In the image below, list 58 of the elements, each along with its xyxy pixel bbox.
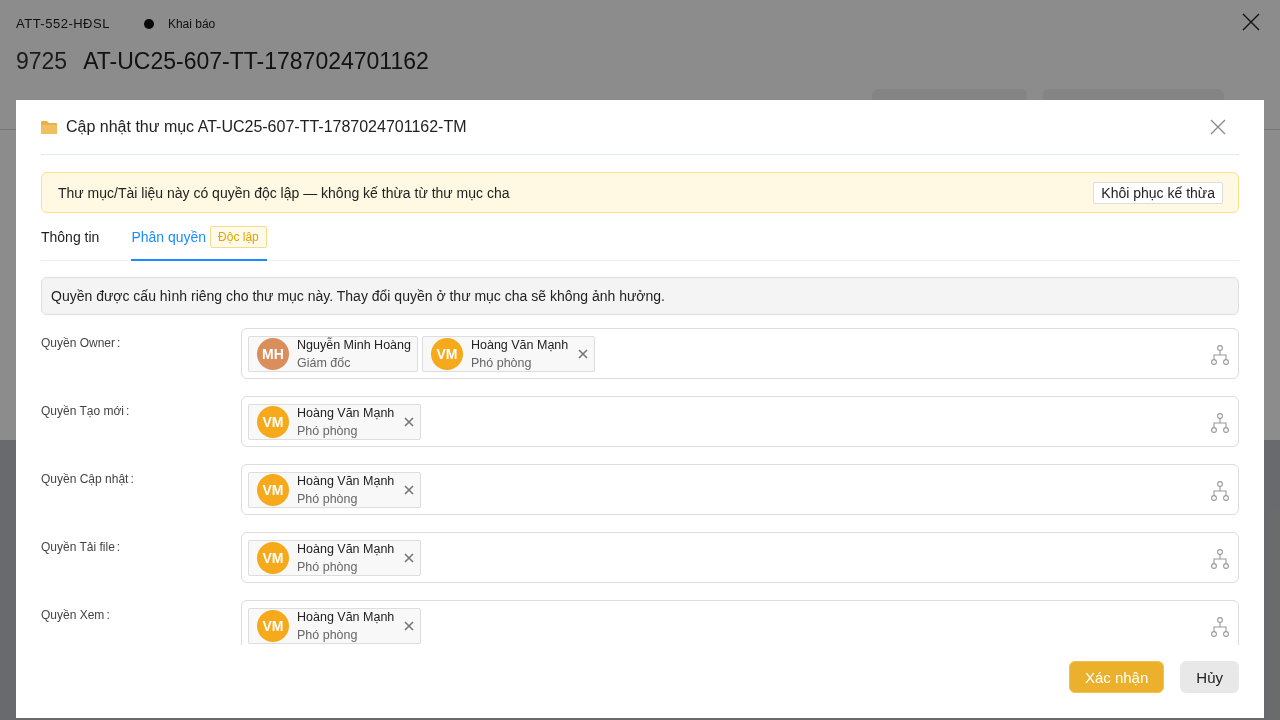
colon: : <box>117 336 121 350</box>
remove-icon[interactable] <box>404 484 415 495</box>
colon: : <box>116 540 121 554</box>
org-chart-icon[interactable] <box>1211 481 1229 501</box>
member-picker-field[interactable]: VM Hoàng Văn Mạnh Phó phòng <box>241 396 1239 447</box>
member-role: Phó phòng <box>470 354 533 372</box>
member-picker-field[interactable]: VM Hoàng Văn Mạnh Phó phòng <box>241 532 1239 583</box>
status-dot <box>143 18 154 29</box>
colon: : <box>126 404 130 418</box>
remove-icon[interactable] <box>404 416 415 427</box>
dialog-title: Cập nhật thư mục AT-UC25-607-TT-1787024701162-TM <box>66 118 468 136</box>
member-role: Phó phòng <box>297 558 359 576</box>
member-name: Hoàng Văn Mạnh <box>297 540 395 558</box>
info-note: Quyền được cấu hình riêng cho thư mục này. Thay đổi quyền ở thư mục cha sẽ không ảnh hưởng. <box>41 277 1239 315</box>
org-chart-icon[interactable] <box>1211 413 1229 433</box>
record-code: ATT-552-HĐSL <box>16 16 110 31</box>
member-picker-field[interactable]: MH Nguyễn Minh Hoàng Giám đốc VM Hoàng Văn Mạnh Phó phòng <box>241 328 1239 379</box>
member-name: Hoàng Văn Mạnh <box>297 472 395 490</box>
field-label: Quyền Owner <box>41 336 116 350</box>
field-label: Quyền Cập nhật <box>41 472 129 486</box>
colon: : <box>130 472 134 486</box>
close-icon[interactable] <box>1242 13 1260 31</box>
member-role: Phó phòng <box>297 490 359 508</box>
remove-icon[interactable] <box>404 620 415 631</box>
colon: : <box>106 608 110 622</box>
avatar: VM <box>257 541 289 574</box>
avatar: VM <box>257 405 289 438</box>
member-name: Hoàng Văn Mạnh <box>297 608 395 626</box>
member-name: Nguyễn Minh Hoàng <box>297 336 411 354</box>
org-chart-icon[interactable] <box>1211 345 1229 365</box>
record-number: 9725 <box>16 48 68 75</box>
member-role: Phó phòng <box>297 626 359 644</box>
cancel-button[interactable]: Hủy <box>1180 661 1239 693</box>
field-label: Quyền Tải file <box>41 540 115 554</box>
remove-icon[interactable] <box>404 552 415 563</box>
tab[interactable]: Thông tin <box>41 228 100 245</box>
restore-button[interactable]: Khôi phục kế thừa <box>1093 181 1223 204</box>
member-role: Giám đốc <box>297 354 352 372</box>
avatar: VM <box>257 609 289 642</box>
member-name: Hoàng Văn Mạnh <box>470 336 569 354</box>
warning-text: Thư mục/Tài liệu này có quyền độc lập — không kế thừa từ thư mục cha <box>58 184 510 201</box>
remove-icon[interactable] <box>578 348 589 359</box>
member-role: Phó phòng <box>297 422 359 440</box>
org-chart-icon[interactable] <box>1211 549 1229 569</box>
org-chart-icon[interactable] <box>1211 617 1229 637</box>
record-title: AT-UC25-607-TT-1787024701162 <box>83 48 429 75</box>
avatar: MH <box>257 337 289 370</box>
field-label: Quyền Xem <box>41 608 105 622</box>
independent-badge: Độc lập <box>210 225 267 248</box>
avatar: VM <box>430 337 463 370</box>
avatar: VM <box>257 473 289 506</box>
member-picker-field[interactable]: VM Hoàng Văn Mạnh Phó phòng <box>241 464 1239 515</box>
close-icon[interactable] <box>1210 119 1226 135</box>
status-label: Khai báo <box>167 16 216 31</box>
folder-icon <box>41 120 57 134</box>
field-label: Quyền Tạo mới <box>41 404 124 418</box>
member-picker-field[interactable]: VM Hoàng Văn Mạnh Phó phòng <box>241 600 1239 645</box>
member-name: Hoàng Văn Mạnh <box>297 404 395 422</box>
